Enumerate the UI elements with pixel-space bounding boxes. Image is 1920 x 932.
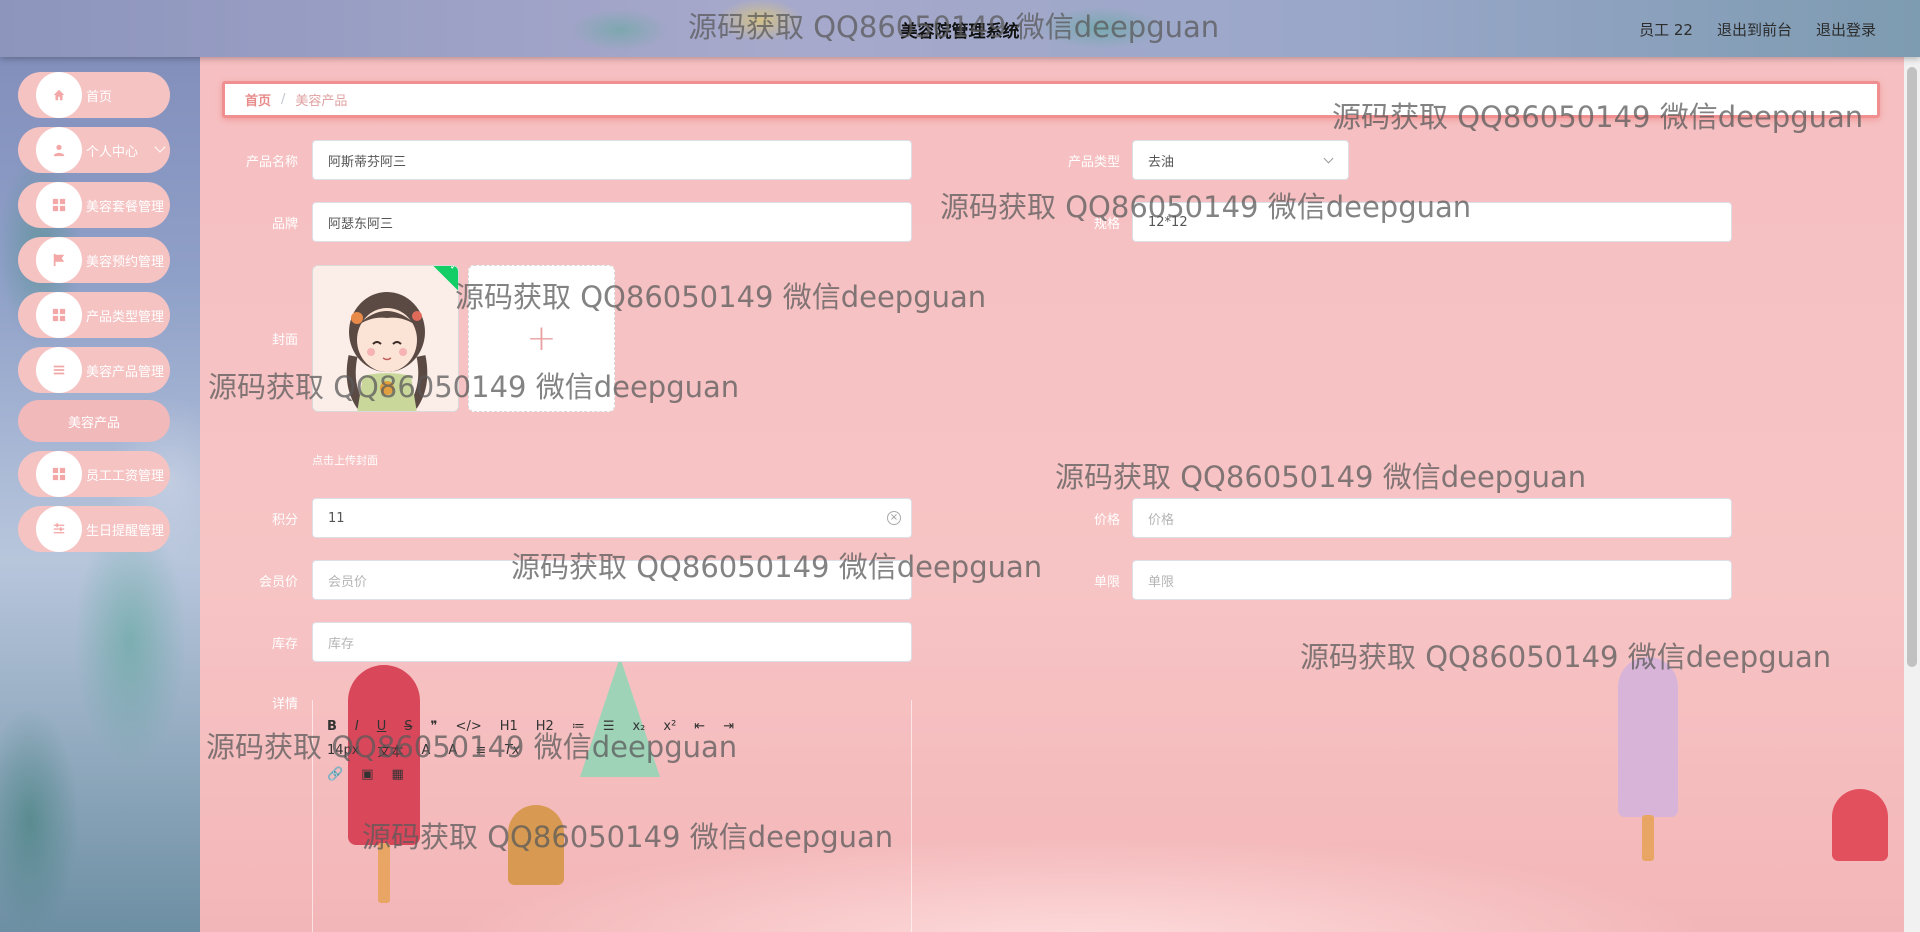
bullet-list-button[interactable]: ☰ xyxy=(603,719,615,734)
cover-upload-tip: 点击上传封面 xyxy=(312,454,378,467)
sidebar-item-label: 生日提醒管理 xyxy=(86,523,165,539)
flag-icon xyxy=(36,237,82,283)
sidebar-item-label: 首页 xyxy=(86,89,113,105)
member-price-label: 会员价 xyxy=(258,575,298,590)
scrollbar-thumb[interactable] xyxy=(1907,67,1917,667)
breadcrumb: 首页 / 美容产品 xyxy=(222,81,1880,118)
breadcrumb-home-link[interactable]: 首页 xyxy=(245,90,271,109)
back-to-front-link[interactable]: 退出到前台 xyxy=(1717,19,1792,40)
cover-image-thumbnail[interactable] xyxy=(312,265,459,412)
sidebar-item-label: 产品类型管理 xyxy=(86,309,165,325)
sidebar-item-birthday[interactable]: 生日提醒管理 xyxy=(18,506,170,552)
brand-label: 品牌 xyxy=(271,217,298,232)
sidebar-subitem-beauty-product[interactable]: 美容产品 xyxy=(18,400,170,442)
page-scrollbar[interactable] xyxy=(1904,57,1920,932)
sidebar-item-appointment[interactable]: 美容预约管理 xyxy=(18,237,170,283)
strike-button[interactable]: S xyxy=(404,719,412,734)
product-type-value: 去油 xyxy=(1148,154,1175,170)
align-button[interactable]: ≡ xyxy=(475,743,486,758)
member-price-input[interactable]: 会员价 xyxy=(312,560,912,600)
product-type-select[interactable]: 去油 xyxy=(1132,140,1349,180)
sidebar-item-label: 美容产品管理 xyxy=(86,364,165,380)
top-links: 员工 22 退出到前台 退出登录 xyxy=(1639,19,1876,40)
user-icon xyxy=(36,127,82,173)
link-icon[interactable]: 🔗 xyxy=(327,767,343,782)
sidebar-item-label: 美容套餐管理 xyxy=(86,199,165,215)
underline-button[interactable]: U xyxy=(377,719,387,734)
cover-image xyxy=(313,266,458,411)
chevron-down-icon xyxy=(1323,153,1334,164)
sidebar-item-salary[interactable]: 员工工资管理 xyxy=(18,451,170,497)
breadcrumb-current: 美容产品 xyxy=(295,94,348,109)
h1-button[interactable]: H1 xyxy=(500,719,518,734)
spec-input[interactable]: 12*12 xyxy=(1132,202,1732,242)
superscript-button[interactable]: x² xyxy=(663,719,676,734)
cover-label: 封面 xyxy=(271,333,298,348)
stock-input[interactable]: 库存 xyxy=(312,622,912,662)
h2-button[interactable]: H2 xyxy=(536,719,554,734)
sidebar-item-label: 美容产品 xyxy=(67,415,120,431)
brand-input[interactable]: 阿瑟东阿三 xyxy=(312,202,912,242)
grid-icon xyxy=(36,292,82,338)
sidebar-item-label: 员工工资管理 xyxy=(86,468,165,484)
decor-popsicle-pink xyxy=(1832,789,1888,861)
bold-button[interactable]: B xyxy=(327,719,337,734)
home-icon xyxy=(36,72,82,118)
sidebar-item-profile[interactable]: 个人中心 xyxy=(18,127,170,173)
points-value: 11 xyxy=(328,510,345,526)
clear-icon[interactable]: × xyxy=(887,511,901,525)
header-select[interactable]: 文本 xyxy=(378,741,404,760)
subscript-button[interactable]: x₂ xyxy=(632,719,645,734)
current-user: 员工 22 xyxy=(1639,21,1693,39)
limit-input[interactable]: 单限 xyxy=(1132,560,1732,600)
outdent-button[interactable]: ⇤ xyxy=(694,719,705,734)
blockquote-button[interactable]: ❞ xyxy=(431,719,438,734)
product-name-label: 产品名称 xyxy=(245,155,298,170)
clear-format-button[interactable]: Tx xyxy=(504,743,520,758)
sidebar-item-beauty-package[interactable]: 美容套餐管理 xyxy=(18,182,170,228)
list-icon xyxy=(36,347,82,393)
sidebar-item-label: 美容预约管理 xyxy=(86,254,165,270)
spec-label: 规格 xyxy=(1093,217,1120,232)
ordered-list-button[interactable]: ≔ xyxy=(572,719,585,734)
logout-link[interactable]: 退出登录 xyxy=(1816,19,1876,40)
decor-stick xyxy=(1642,815,1654,861)
sidebar-item-product-type[interactable]: 产品类型管理 xyxy=(18,292,170,338)
points-label: 积分 xyxy=(271,513,298,528)
toolbar-row-3: 🔗 ▣ ▦ xyxy=(327,762,797,786)
product-name-input[interactable]: 阿斯蒂芬阿三 xyxy=(312,140,912,180)
toolbar-row-1: B I U S ❞ </> H1 H2 ≔ ☰ x₂ x² ⇤ ⇥ xyxy=(327,714,797,738)
grid-icon xyxy=(36,182,82,228)
image-icon[interactable]: ▣ xyxy=(361,767,373,782)
product-type-label: 产品类型 xyxy=(1067,155,1120,170)
sidebar-item-home[interactable]: 首页 xyxy=(18,72,170,118)
indent-button[interactable]: ⇥ xyxy=(723,719,734,734)
grid-icon xyxy=(36,451,82,497)
editor-toolbar: B I U S ❞ </> H1 H2 ≔ ☰ x₂ x² ⇤ ⇥ 14px 文… xyxy=(327,714,797,786)
plus-icon: + xyxy=(526,318,557,359)
cover-upload-button[interactable]: + xyxy=(468,265,615,412)
font-size-select[interactable]: 14px xyxy=(327,743,360,758)
toolbar-row-2: 14px 文本 A A ≡ Tx xyxy=(327,738,797,762)
app-title: 美容院管理系统 xyxy=(900,22,1020,42)
video-icon[interactable]: ▦ xyxy=(391,767,403,782)
italic-button[interactable]: I xyxy=(355,719,359,734)
sidebar-item-product-manage[interactable]: 美容产品管理 xyxy=(18,347,170,393)
stock-label: 库存 xyxy=(271,637,298,652)
details-label: 详情 xyxy=(271,697,298,712)
code-button[interactable]: </> xyxy=(456,719,482,734)
limit-label: 单限 xyxy=(1093,575,1120,590)
points-input[interactable]: 11 × xyxy=(312,498,912,538)
decor-popsicle-purple xyxy=(1618,657,1678,817)
price-input[interactable]: 价格 xyxy=(1132,498,1732,538)
breadcrumb-separator: / xyxy=(281,92,286,107)
sidebar: 首页 个人中心 美容套餐管理 美容预约管理 产品类型管理 美容产品管理 美容产品… xyxy=(18,72,170,561)
background-color-button[interactable]: A xyxy=(448,743,457,758)
price-label: 价格 xyxy=(1093,513,1120,528)
sliders-icon xyxy=(36,506,82,552)
font-color-button[interactable]: A xyxy=(422,743,431,758)
